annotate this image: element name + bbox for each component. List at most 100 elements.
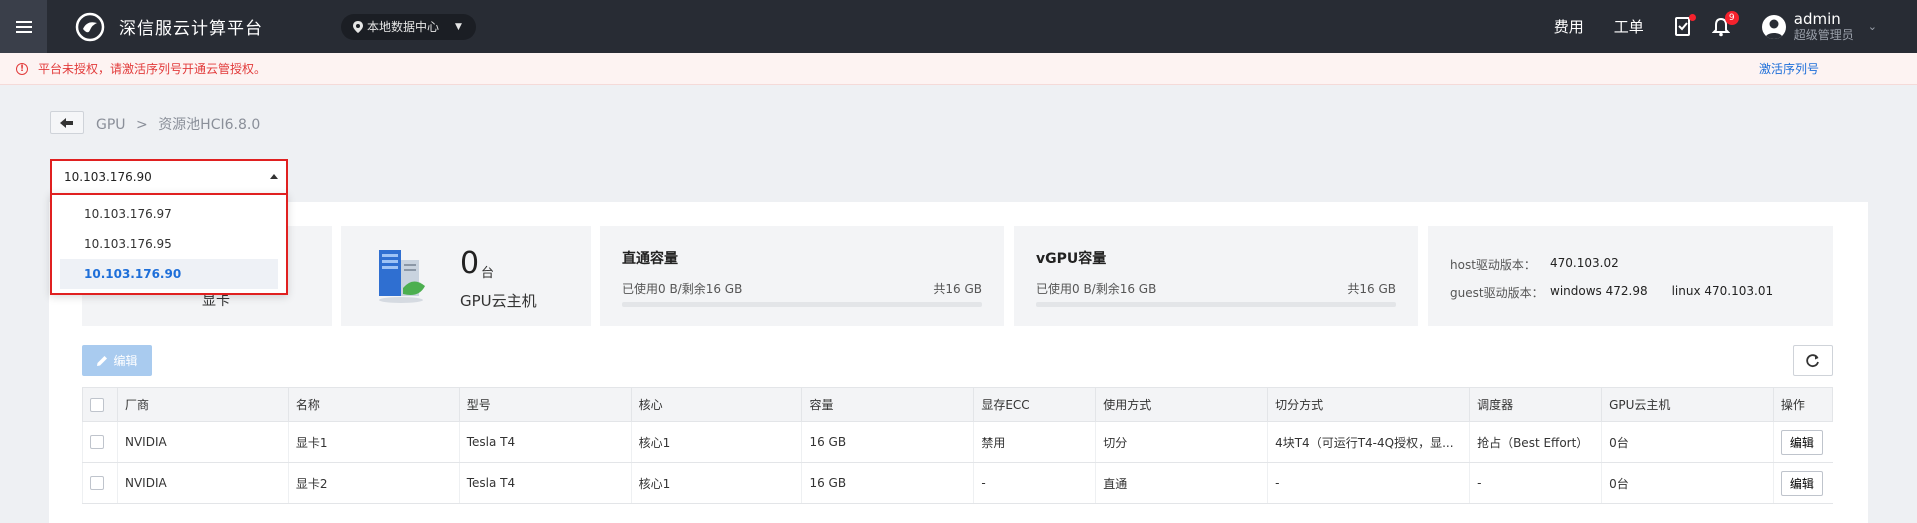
cell-core: 核心1 [630,462,802,504]
user-name: admin [1793,9,1841,28]
cell-scheduler: 抢占（Best Effort） [1469,421,1602,463]
cell-split: 4块T4（可运行T4-4Q授权，显... [1267,421,1470,463]
cell-gpu-vms: 0台 [1601,421,1774,463]
vgpu-capacity-bar [1036,302,1396,307]
cell-gpu-vms: 0台 [1601,462,1774,504]
cell-actions: 编辑 [1772,462,1833,504]
header-checkbox-cell [82,387,118,422]
row-checkbox[interactable] [90,435,104,450]
datacenter-select[interactable]: 本地数据中心 ▼ [341,13,476,40]
host-driver-label: host驱动版本： [1450,258,1536,272]
cell-vendor: NVIDIA [116,462,289,504]
menu-icon [15,25,32,28]
host-driver-row: host驱动版本： 470.103.02 [1450,256,1643,273]
table-row: NVIDIA 显卡1 Tesla T4 核心1 16 GB 禁用 切分 4块T4… [82,421,1833,463]
notification-count-badge: 9 [1724,10,1739,25]
column-header-capacity: 容量 [801,387,975,422]
guest-driver-row: guest驱动版本： windows 472.98 linux 470.103.… [1450,284,1797,301]
refresh-button[interactable] [1793,345,1833,376]
cell-split: - [1267,462,1470,504]
host-driver-value: 470.103.02 [1550,256,1619,270]
user-role: 超级管理员 [1793,27,1854,42]
vgpu-capacity-card: vGPU容量 已使用0 B/剩余16 GB 共16 GB [1014,226,1418,326]
row-checkbox-cell [82,462,118,504]
location-pin-icon [353,20,363,33]
tickets-link[interactable]: 工单 [1614,16,1644,37]
brand-title: 深信服云计算平台 [119,19,263,39]
gpu-vm-card: 0 台 GPU云主机 [341,226,591,326]
server-icon [379,250,425,303]
host-option[interactable]: 10.103.176.97 [60,199,278,229]
column-header-actions: 操作 [1772,387,1834,422]
cell-usage: 直通 [1095,462,1268,504]
gpu-vm-unit: 台 [481,266,495,281]
direct-capacity-total: 共16 GB [933,282,982,296]
host-select[interactable]: 10.103.176.90 [50,159,288,195]
cell-name: 显卡1 [287,421,460,463]
column-header-split: 切分方式 [1267,387,1471,422]
pencil-icon [97,355,108,366]
vgpu-capacity-used: 已使用0 B/剩余16 GB [1036,282,1157,296]
activate-serial-link[interactable]: 激活序列号 [1759,60,1819,77]
breadcrumb-root[interactable]: GPU [96,117,126,133]
row-checkbox[interactable] [90,476,104,491]
hamburger-menu-button[interactable] [0,0,47,53]
user-menu[interactable]: admin 超级管理员 [1794,11,1854,43]
gpu-vm-label: GPU云主机 [460,292,537,310]
edit-button[interactable]: 编辑 [82,345,152,376]
column-header-model: 型号 [458,387,632,422]
back-button[interactable] [50,111,84,134]
fees-link[interactable]: 费用 [1554,16,1584,37]
cell-model: Tesla T4 [458,462,632,504]
row-edit-button[interactable]: 编辑 [1780,470,1823,496]
gpu-table: 厂商 名称 型号 核心 容量 显存ECC 使用方式 切分方式 调度器 GPU云主… [82,387,1834,504]
datacenter-label: 本地数据中心 [367,20,440,34]
column-header-vendor: 厂商 [116,387,289,422]
host-option[interactable]: 10.103.176.95 [60,229,278,259]
row-edit-button[interactable]: 编辑 [1780,429,1823,455]
table-header-row: 厂商 名称 型号 核心 容量 显存ECC 使用方式 切分方式 调度器 GPU云主… [82,387,1834,422]
logo-icon [75,12,105,41]
caret-up-icon [270,174,278,179]
refresh-icon [1806,353,1819,367]
chevron-down-icon[interactable]: ⌄ [1868,20,1877,33]
cell-scheduler: - [1469,462,1602,504]
cell-capacity: 16 GB [801,462,974,504]
host-dropdown-menu: 10.103.176.97 10.103.176.95 10.103.176.9… [50,193,288,295]
edit-button-label: 编辑 [113,354,138,368]
breadcrumb-current: 资源池HCI6.8.0 [158,117,261,133]
driver-version-card: host驱动版本： 470.103.02 guest驱动版本： windows … [1428,226,1833,326]
warning-text: 平台未授权，请激活序列号开通云管授权。 [38,62,267,76]
vgpu-capacity-total: 共16 GB [1347,282,1396,296]
direct-capacity-bar [622,302,982,307]
gpu-vm-count: 0 [460,246,480,281]
column-header-scheduler: 调度器 [1469,387,1603,422]
vgpu-capacity-title: vGPU容量 [1036,251,1107,267]
breadcrumb: GPU > 资源池HCI6.8.0 [96,114,260,134]
notification-button[interactable]: 9 [1711,10,1739,37]
cell-capacity: 16 GB [801,421,974,463]
table-row: NVIDIA 显卡2 Tesla T4 核心1 16 GB - 直通 - - 0… [82,462,1833,504]
task-badge-dot [1688,13,1696,21]
top-bar: 深信服云计算平台 本地数据中心 ▼ 费用 工单 9 admin 超级管理员 ⌄ [0,0,1917,53]
host-option-selected[interactable]: 10.103.176.90 [60,259,278,289]
chevron-down-icon: ▼ [455,21,462,32]
cell-vendor: NVIDIA [116,421,289,463]
arrow-left-icon [60,117,73,128]
select-all-checkbox[interactable] [90,397,104,412]
column-header-name: 名称 [287,387,460,422]
column-header-core: 核心 [630,387,803,422]
guest-driver-label: guest驱动版本： [1450,286,1544,300]
direct-capacity-card: 直通容量 已使用0 B/剩余16 GB 共16 GB [600,226,1004,326]
guest-driver-windows: windows 472.98 [1550,284,1648,298]
user-icon [1764,19,1783,39]
cell-ecc: 禁用 [973,421,1096,463]
cell-model: Tesla T4 [458,421,632,463]
task-button[interactable] [1674,13,1696,37]
avatar[interactable] [1761,14,1786,39]
cell-core: 核心1 [630,421,802,463]
info-icon: ! [16,62,28,75]
breadcrumb-separator: > [136,117,148,133]
cell-actions: 编辑 [1772,421,1833,463]
column-header-ecc: 显存ECC [973,387,1097,422]
